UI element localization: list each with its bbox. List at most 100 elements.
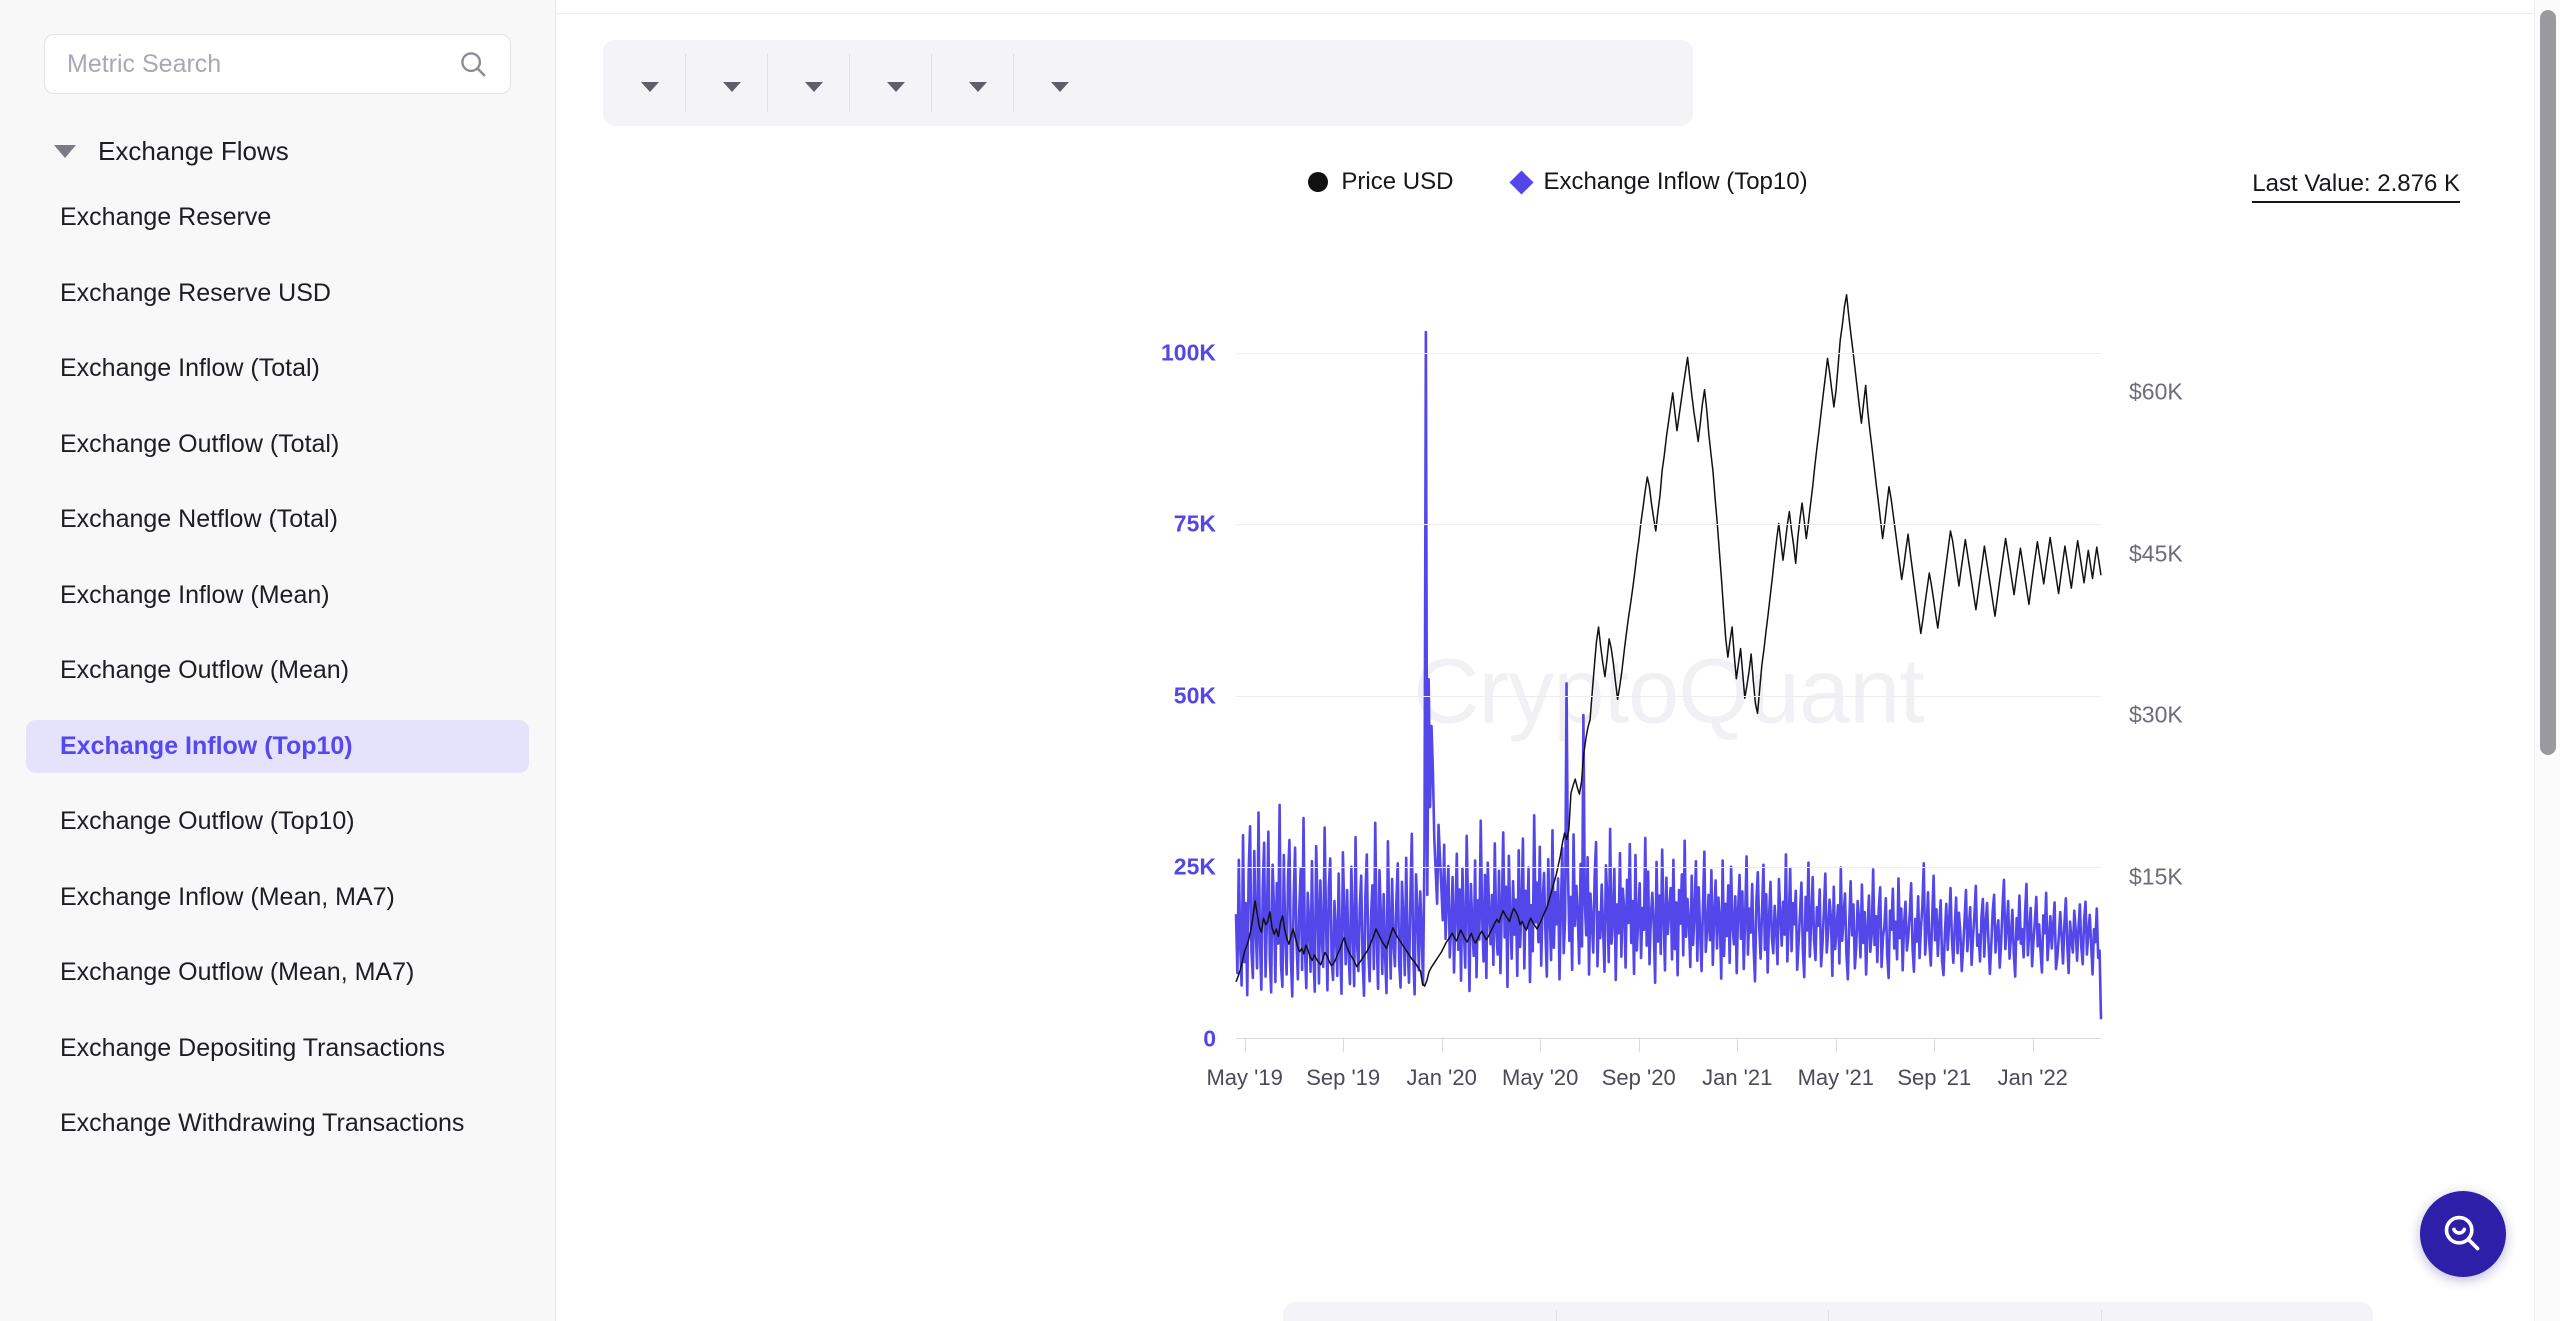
x-axis-tick-mark: [1343, 1039, 1345, 1052]
sidebar-item-exchange-withdrawing-transactions[interactable]: Exchange Withdrawing Transactions: [26, 1097, 529, 1151]
help-search-fab[interactable]: [2420, 1191, 2506, 1277]
sidebar-item-exchange-depositing-transactions[interactable]: Exchange Depositing Transactions: [26, 1022, 529, 1076]
plot-wrapper: CryptoQuant 0 25K 50K 75K 100K $15K $30K $45K $6…: [556, 224, 2560, 1244]
toolbar-field-resolution[interactable]: [685, 40, 767, 126]
chart-options-toolbar: [603, 40, 1693, 126]
x-axis-tick: Sep '19: [1306, 1065, 1381, 1090]
x-axis-tick: May '21: [1797, 1065, 1874, 1090]
sidebar-item-label: Exchange Withdrawing Transactions: [60, 1109, 465, 1137]
chevron-down-icon: [1051, 81, 1069, 92]
x-axis-tick: Jan '22: [1997, 1065, 2068, 1090]
top-divider: [556, 0, 2560, 14]
legend-circle-icon: [1308, 172, 1329, 192]
metrics-sidebar: Exchange Flows Exchange ReserveExchange …: [0, 0, 556, 1321]
chevron-down-icon: [887, 81, 905, 92]
vertical-scrollbar-track[interactable]: [2534, 0, 2560, 1321]
sidebar-item-label: Exchange Reserve: [60, 203, 272, 231]
sidebar-item-label: Exchange Inflow (Mean, MA7): [60, 882, 395, 911]
sidebar-item-exchange-reserve-usd[interactable]: Exchange Reserve USD: [26, 267, 529, 321]
sidebar-item-exchange-outflow-mean-ma7[interactable]: Exchange Outflow (Mean, MA7): [26, 946, 529, 1000]
chart-plot-area[interactable]: CryptoQuant 0 25K 50K 75K 100K $15K $30K $45K $6…: [1161, 284, 2183, 1090]
sidebar-item-exchange-inflow-mean-ma7[interactable]: Exchange Inflow (Mean, MA7): [26, 871, 529, 925]
vertical-scrollbar-thumb[interactable]: [2540, 10, 2556, 755]
legend-item-price-usd[interactable]: Price USD: [1308, 168, 1453, 196]
gridline: [1236, 524, 2101, 526]
sidebar-item-exchange-inflow-total[interactable]: Exchange Inflow (Total): [26, 342, 529, 396]
sidebar-item-exchange-reserve[interactable]: Exchange Reserve: [26, 191, 529, 245]
sidebar-item-label: Exchange Inflow (Top10): [60, 731, 353, 760]
x-axis-tick-mark: [1540, 1039, 1542, 1052]
x-axis-tick-mark: [1934, 1039, 1936, 1052]
toolbar-field-sma[interactable]: [767, 40, 849, 126]
y-axis-left-tick: 100K: [1161, 339, 1216, 366]
gridline: [1236, 695, 2101, 697]
toolbar-segment[interactable]: [1828, 1302, 2101, 1321]
toolbar-segment[interactable]: [2100, 1302, 2374, 1321]
toolbar-field-scale[interactable]: [931, 40, 1013, 126]
gridline: [1236, 867, 2101, 869]
chart-main-panel: Price USD Exchange Inflow (Top10) Last Va…: [556, 0, 2560, 1321]
x-axis-tick: May '20: [1502, 1065, 1579, 1090]
y-axis-right-tick: $60K: [2129, 378, 2183, 405]
x-axis-tick: Sep '21: [1897, 1065, 1972, 1090]
toolbar-segment[interactable]: [1555, 1302, 1829, 1321]
sidebar-item-label: Exchange Reserve USD: [60, 278, 331, 307]
chart-series-svg: [1236, 284, 2101, 1039]
chevron-down-icon: [969, 81, 987, 92]
last-value-label[interactable]: Last Value: 2.876 K: [2252, 170, 2460, 203]
x-axis-tick-mark: [1737, 1039, 1739, 1052]
y-axis-right-tick: $15K: [2129, 863, 2183, 890]
sidebar-item-exchange-inflow-mean[interactable]: Exchange Inflow (Mean): [26, 569, 529, 623]
caret-down-icon: [54, 145, 76, 158]
x-axis-tick-mark: [1638, 1039, 1640, 1052]
sidebar-group-label: Exchange Flows: [98, 136, 289, 166]
search-icon: [458, 49, 488, 79]
x-axis-tick: May '19: [1206, 1065, 1283, 1090]
search-smile-icon: [2444, 1215, 2480, 1251]
sidebar-item-exchange-outflow-total[interactable]: Exchange Outflow (Total): [26, 418, 529, 472]
x-axis-tick-mark: [1835, 1039, 1837, 1052]
sidebar-item-label: Exchange Outflow (Mean, MA7): [60, 958, 415, 986]
cryptoquant-chart-page: Exchange Flows Exchange ReserveExchange …: [0, 0, 2560, 1321]
x-axis-tick-mark: [2032, 1039, 2034, 1052]
series-line-exchange-inflow-top10: [1236, 332, 2101, 1019]
toolbar-field-exchange[interactable]: [603, 40, 685, 126]
sidebar-item-label: Exchange Outflow (Mean): [60, 656, 350, 684]
metric-tree: Exchange Flows Exchange Reserve Exchange …: [26, 128, 529, 1151]
secondary-toolbar-peek[interactable]: [1283, 1302, 2373, 1321]
x-axis-baseline: [1236, 1038, 2101, 1039]
sidebar-item-exchange-outflow-top10[interactable]: Exchange Outflow (Top10): [26, 795, 529, 849]
chart-legend-row: Price USD Exchange Inflow (Top10) Last Va…: [556, 168, 2560, 208]
y-axis-left-tick: 75K: [1173, 510, 1216, 537]
sidebar-item-list: Exchange Reserve Exchange Reserve USD Exch…: [26, 191, 529, 1151]
chevron-down-icon: [805, 81, 823, 92]
sidebar-item-exchange-outflow-mean[interactable]: Exchange Outflow (Mean): [26, 644, 529, 698]
legend-label: Price USD: [1341, 168, 1454, 195]
x-axis-tick-mark: [1244, 1039, 1246, 1052]
x-axis-tick: Sep '20: [1601, 1065, 1676, 1090]
sidebar-item-label: Exchange Inflow (Mean): [60, 580, 330, 609]
y-axis-right-tick: $45K: [2129, 540, 2183, 567]
toolbar-field-ema[interactable]: [849, 40, 931, 126]
metric-search-box[interactable]: [44, 34, 511, 94]
sidebar-item-label: Exchange Inflow (Total): [60, 354, 320, 382]
x-axis-tick: Jan '20: [1406, 1065, 1477, 1090]
legend-item-exchange-inflow-top10[interactable]: Exchange Inflow (Top10): [1509, 168, 1808, 196]
legend-diamond-icon: [1509, 169, 1534, 195]
chevron-down-icon: [723, 81, 741, 92]
sidebar-group-exchange-flows[interactable]: Exchange Flows: [44, 128, 511, 175]
sidebar-item-label: Exchange Netflow (Total): [60, 505, 338, 533]
toolbar-segment[interactable]: [1283, 1302, 1556, 1321]
search-input[interactable]: [67, 49, 488, 79]
sidebar-item-label: Exchange Depositing Transactions: [60, 1033, 445, 1062]
toolbar-field-chart-type[interactable]: [1013, 40, 1095, 126]
x-axis-tick: Jan '21: [1702, 1065, 1773, 1090]
sidebar-item-exchange-inflow-top10[interactable]: Exchange Inflow (Top10): [26, 719, 529, 773]
y-axis-right-tick: $30K: [2129, 701, 2183, 728]
x-axis-tick-mark: [1441, 1039, 1443, 1052]
gridline: [1236, 352, 2101, 354]
sidebar-item-label: Exchange Outflow (Top10): [60, 807, 355, 835]
y-axis-left-tick: 0: [1203, 1025, 1216, 1052]
chevron-down-icon: [641, 81, 659, 92]
sidebar-item-exchange-netflow-total[interactable]: Exchange Netflow (Total): [26, 493, 529, 547]
